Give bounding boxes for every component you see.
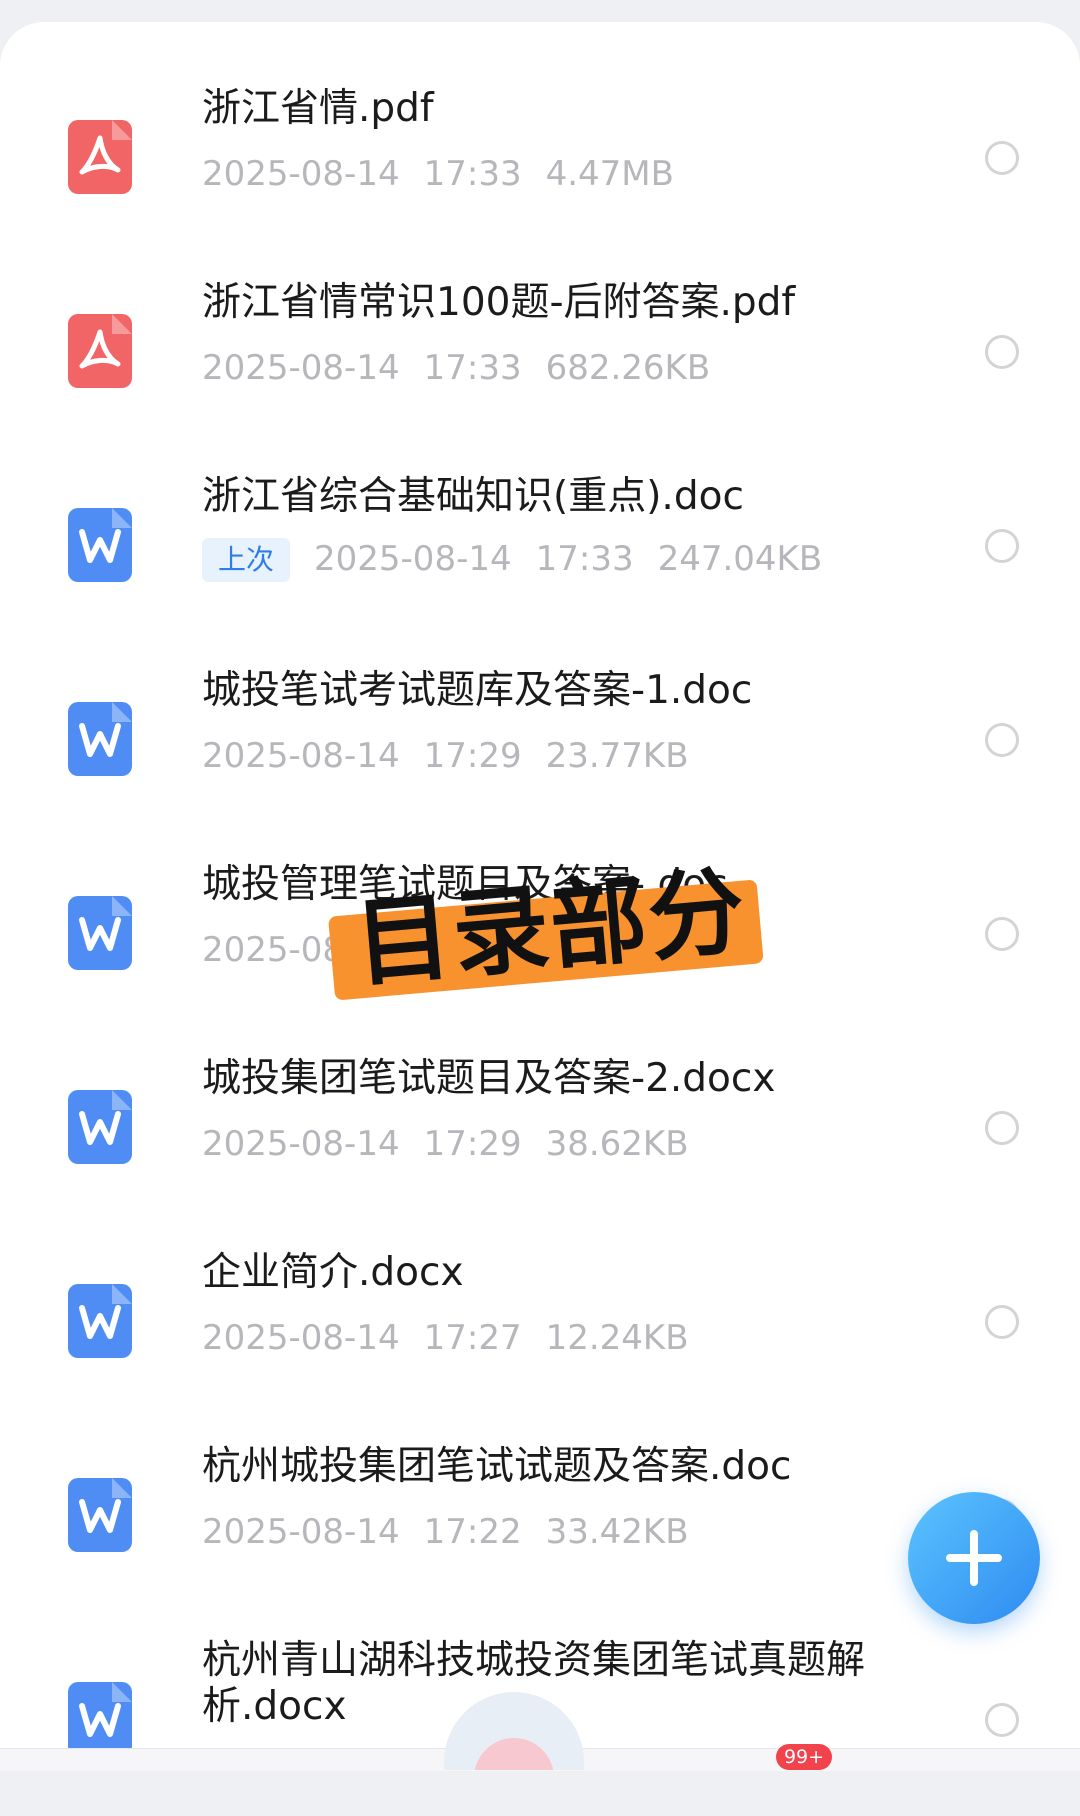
file-date: 2025-08-14	[202, 1318, 400, 1358]
file-date: 2025-08-14	[314, 538, 512, 579]
select-radio[interactable]	[985, 723, 1019, 757]
file-date: 2025-08-14	[202, 154, 400, 194]
file-time: 17:33	[423, 348, 522, 388]
file-time: 17:29	[423, 736, 522, 776]
file-date: 2025-08-14	[202, 348, 400, 388]
file-name: 浙江省综合基础知识(重点).doc	[202, 474, 744, 519]
file-size: 682.26KB	[545, 348, 711, 388]
select-radio[interactable]	[985, 529, 1019, 563]
file-size: 23.77KB	[545, 736, 689, 776]
file-row[interactable]: 城投集团笔试题目及答案-2.docx 2025-08-14 17:29 38.62K…	[0, 1040, 1080, 1234]
select-radio[interactable]	[985, 335, 1019, 369]
file-name: 杭州城投集团笔试试题及答案.doc	[202, 1444, 792, 1489]
word-file-icon	[68, 1284, 132, 1358]
file-date: 2025-08-14	[202, 1124, 400, 1164]
file-size: 247.04KB	[657, 538, 823, 579]
file-meta: 2025-08-14 17:33 682.26KB	[202, 348, 734, 388]
word-file-icon	[68, 1478, 132, 1552]
mascot-face	[474, 1738, 554, 1770]
pdf-file-icon	[68, 314, 132, 388]
file-meta: 2025-08-14 17:29 23.77KB	[202, 736, 713, 776]
file-row[interactable]: 城投笔试考试题库及答案-1.doc 2025-08-14 17:29 23.77KB	[0, 652, 1080, 846]
add-button[interactable]	[908, 1492, 1040, 1624]
file-name: 浙江省情常识100题-后附答案.pdf	[202, 280, 796, 325]
file-time: 17:29	[423, 1124, 522, 1164]
select-radio[interactable]	[985, 1305, 1019, 1339]
file-name: 浙江省情.pdf	[202, 86, 434, 131]
file-row[interactable]: 浙江省情常识100题-后附答案.pdf 2025-08-14 17:33 682.2…	[0, 264, 1080, 458]
select-radio[interactable]	[985, 917, 1019, 951]
file-size: 33.42KB	[545, 1512, 689, 1552]
select-radio[interactable]	[985, 141, 1019, 175]
file-date: 2025-08	[202, 930, 345, 970]
file-row[interactable]: 浙江省综合基础知识(重点).doc 上次 2025-08-14 17:33 247.0…	[0, 458, 1080, 652]
select-radio[interactable]	[985, 1703, 1019, 1737]
plus-icon	[946, 1530, 1002, 1586]
file-date: 2025-08-14	[202, 1512, 400, 1552]
file-time: 17:22	[423, 1512, 522, 1552]
file-row[interactable]: 企业简介.docx 2025-08-14 17:27 12.24KB	[0, 1234, 1080, 1428]
file-name: 企业简介.docx	[202, 1250, 464, 1295]
word-file-icon	[68, 702, 132, 776]
file-date: 2025-08-14	[202, 736, 400, 776]
file-time: 17:33	[535, 538, 634, 579]
file-meta: 上次 2025-08-14 17:33 247.04KB	[202, 538, 846, 582]
file-meta: 2025-08-14 17:29 38.62KB	[202, 1124, 713, 1164]
file-time: 17:33	[423, 154, 522, 194]
file-row[interactable]: 浙江省情.pdf 2025-08-14 17:33 4.47MB	[0, 70, 1080, 264]
pdf-file-icon	[68, 120, 132, 194]
file-meta: 2025-08-14 17:27 12.24KB	[202, 1318, 713, 1358]
word-file-icon	[68, 508, 132, 582]
file-name: 城投集团笔试题目及答案-2.docx	[202, 1056, 776, 1101]
word-file-icon	[68, 1682, 132, 1756]
file-meta: 2025-08-14 17:33 4.47MB	[202, 154, 698, 194]
select-radio[interactable]	[985, 1111, 1019, 1145]
last-opened-tag: 上次	[202, 538, 291, 582]
file-size: 4.47MB	[545, 154, 674, 194]
file-size: 12.24KB	[545, 1318, 689, 1358]
word-file-icon	[68, 1090, 132, 1164]
file-time: 17:27	[423, 1318, 522, 1358]
file-name: 城投笔试考试题库及答案-1.doc	[202, 668, 753, 713]
word-file-icon	[68, 896, 132, 970]
file-meta: 2025-08-14 17:22 33.42KB	[202, 1512, 713, 1552]
notification-badge: 99+	[776, 1744, 832, 1770]
file-size: 38.62KB	[545, 1124, 689, 1164]
